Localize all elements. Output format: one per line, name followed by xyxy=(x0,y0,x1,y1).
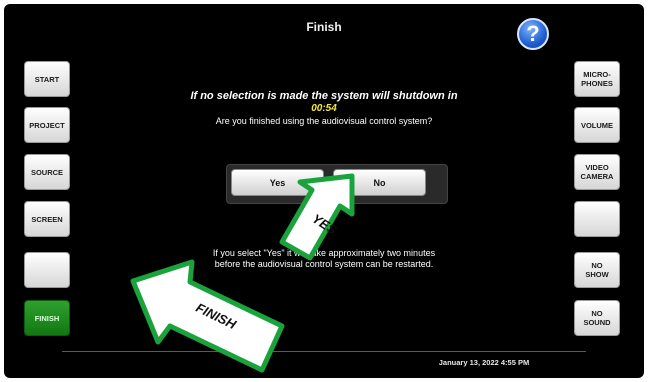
countdown-timer: 00:54 xyxy=(311,103,337,114)
source-button[interactable]: SOURCE xyxy=(24,154,70,190)
no-show-button[interactable]: NO SHOW xyxy=(574,252,620,288)
finish-button[interactable]: FINISH xyxy=(24,300,70,336)
touch-panel-screen: Finish ? START PROJECT SOURCE SCREEN FIN… xyxy=(4,4,644,378)
restart-note: If you select "Yes" it will take approxi… xyxy=(174,248,474,270)
video-camera-button[interactable]: VIDEO CAMERA xyxy=(574,154,620,190)
volume-button[interactable]: VOLUME xyxy=(574,107,620,143)
no-button[interactable]: No xyxy=(333,169,426,196)
no-sound-button[interactable]: NO SOUND xyxy=(574,300,620,336)
screen-button[interactable]: SCREEN xyxy=(24,201,70,237)
yes-button[interactable]: Yes xyxy=(231,169,324,196)
project-button[interactable]: PROJECT xyxy=(24,107,70,143)
help-question-icon[interactable]: ? xyxy=(517,18,549,50)
restart-note-line1: If you select "Yes" it will take approxi… xyxy=(212,248,436,258)
shutdown-warning: If no selection is made the system will … xyxy=(190,90,458,102)
restart-note-line2: before the audiovisual control system ca… xyxy=(214,259,434,269)
footer-divider xyxy=(62,351,586,352)
finish-question: Are you finished using the audiovisual c… xyxy=(215,116,433,126)
microphones-button[interactable]: MICRO- PHONES xyxy=(574,61,620,97)
datetime-display: January 13, 2022 4:55 PM xyxy=(438,358,530,367)
start-button[interactable]: START xyxy=(24,61,70,97)
blank-right-button[interactable] xyxy=(574,201,620,237)
blank-left-button[interactable] xyxy=(24,252,70,288)
